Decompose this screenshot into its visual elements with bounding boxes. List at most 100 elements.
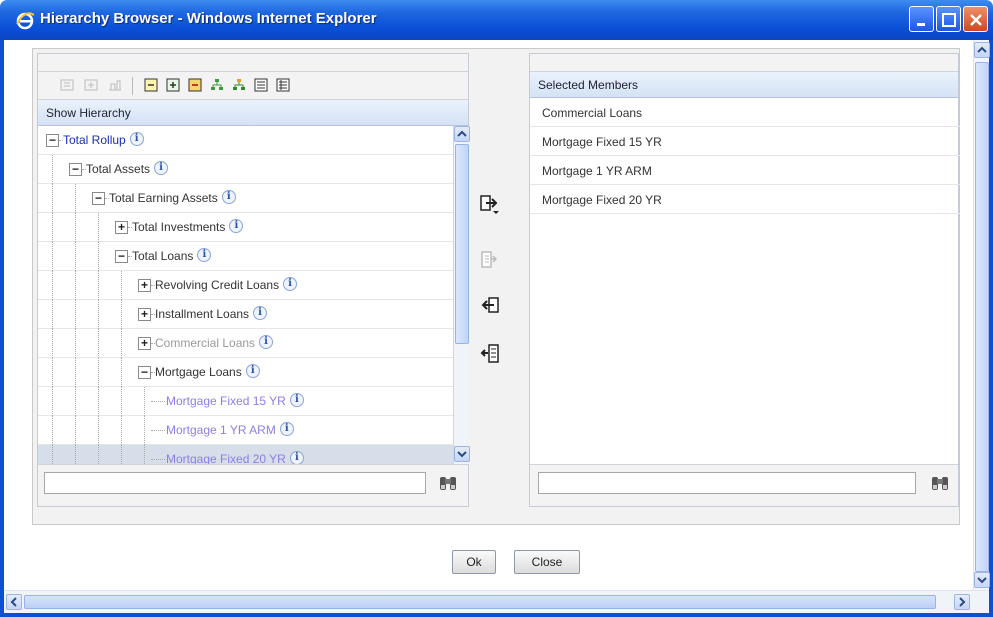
info-icon[interactable]: i xyxy=(253,306,268,320)
tree-node[interactable]: Mortgage Fixed 20 YR i xyxy=(38,445,453,464)
select-disabled-icon[interactable] xyxy=(479,249,501,271)
info-icon[interactable]: i xyxy=(289,451,304,464)
tree-guide-line xyxy=(75,445,76,464)
collapse-toggle[interactable]: − xyxy=(69,163,82,176)
maximize-button[interactable] xyxy=(936,6,961,32)
tree-node-label[interactable]: Mortgage Fixed 15 YR xyxy=(166,394,286,408)
info-icon[interactable]: i xyxy=(129,132,144,146)
expand-icon[interactable] xyxy=(166,78,180,92)
ok-button[interactable]: Ok xyxy=(452,550,496,574)
page-vertical-scrollbar[interactable] xyxy=(973,40,990,590)
page-scroll-left-button[interactable] xyxy=(6,594,22,610)
level-icon[interactable] xyxy=(108,78,122,92)
collapse-toggle[interactable]: − xyxy=(46,134,59,147)
collapse-icon[interactable] xyxy=(144,78,158,92)
collapse-toggle[interactable]: − xyxy=(115,250,128,263)
tree-node[interactable]: − Total Loans i xyxy=(38,242,453,271)
tree-node[interactable]: + Installment Loans i xyxy=(38,300,453,329)
tree-guide-line xyxy=(75,213,76,242)
tree-color-icon[interactable] xyxy=(232,78,246,92)
focus-icon[interactable] xyxy=(188,78,202,92)
tree-node[interactable]: Mortgage 1 YR ARM i xyxy=(38,416,453,445)
title-bar[interactable]: Hierarchy Browser - Windows Internet Exp… xyxy=(0,0,993,40)
info-icon[interactable]: i xyxy=(289,393,304,407)
expand-toggle[interactable]: + xyxy=(138,279,151,292)
collapse-toggle[interactable]: − xyxy=(138,366,151,379)
tree-icon[interactable] xyxy=(210,78,224,92)
close-icon xyxy=(970,14,982,26)
tree-node-label[interactable]: Total Loans xyxy=(132,249,193,263)
tree-guide-line xyxy=(52,242,53,271)
expand-toggle[interactable]: + xyxy=(138,337,151,350)
page-scroll-down-button[interactable] xyxy=(974,572,990,588)
tree-guide-line xyxy=(121,358,122,387)
hierarchy-search-input[interactable] xyxy=(44,472,426,494)
list-detail-icon[interactable] xyxy=(276,78,290,92)
tree-node-label[interactable]: Mortgage Fixed 20 YR xyxy=(166,452,286,464)
selected-member-item[interactable]: Commercial Loans xyxy=(530,98,960,127)
tree-node[interactable]: − Total Rollup i xyxy=(38,126,453,155)
tree-scroll-down-button[interactable] xyxy=(454,446,470,462)
tree-node[interactable]: − Mortgage Loans i xyxy=(38,358,453,387)
tree-scroll-up-button[interactable] xyxy=(454,126,470,142)
close-button[interactable]: Close xyxy=(514,550,580,574)
select-icon[interactable] xyxy=(479,193,501,215)
binoculars-icon[interactable] xyxy=(438,474,458,492)
deselect-icon[interactable] xyxy=(479,295,501,317)
tree-node-label[interactable]: Mortgage Loans xyxy=(155,365,242,379)
expand-toggle[interactable]: + xyxy=(115,221,128,234)
selected-member-item[interactable]: Mortgage Fixed 20 YR xyxy=(530,185,960,214)
tree-node[interactable]: Mortgage Fixed 15 YR i xyxy=(38,387,453,416)
info-icon[interactable]: i xyxy=(259,335,274,349)
tree-node[interactable]: + Total Investments i xyxy=(38,213,453,242)
deselect-all-icon[interactable] xyxy=(479,343,501,365)
collapse-toggle[interactable]: − xyxy=(92,192,105,205)
tree-guide-line xyxy=(121,387,122,416)
tree-node-label[interactable]: Total Rollup xyxy=(63,133,126,147)
tree-scrollbar[interactable] xyxy=(453,126,470,464)
minimize-icon xyxy=(917,23,925,26)
page-scroll-thumb[interactable] xyxy=(975,62,989,572)
tree-guide-line xyxy=(121,329,122,358)
info-icon[interactable]: i xyxy=(279,422,294,436)
info-icon[interactable]: i xyxy=(197,248,212,262)
chevron-up-icon xyxy=(977,46,987,53)
tree-node-label[interactable]: Total Assets xyxy=(86,162,150,176)
tree-guide-line xyxy=(98,416,99,445)
page-horizontal-scrollbar[interactable] xyxy=(4,590,989,613)
tree-guide-line xyxy=(121,271,122,300)
info-icon[interactable]: i xyxy=(245,364,260,378)
tree-node-label[interactable]: Installment Loans xyxy=(155,307,249,321)
expand-all-icon[interactable] xyxy=(84,78,98,92)
list-icon[interactable] xyxy=(254,78,268,92)
close-window-button[interactable] xyxy=(963,6,988,32)
tree-node[interactable]: − Total Earning Assets i xyxy=(38,184,453,213)
minimize-button[interactable] xyxy=(909,6,934,32)
info-icon[interactable]: i xyxy=(154,161,169,175)
tree-node[interactable]: + Commercial Loans i xyxy=(38,329,453,358)
info-icon[interactable]: i xyxy=(283,277,298,291)
info-icon[interactable]: i xyxy=(229,219,244,233)
expand-toggle[interactable]: + xyxy=(138,308,151,321)
tree-scroll-thumb[interactable] xyxy=(455,144,469,344)
tree-node-label[interactable]: Total Investments xyxy=(132,220,225,234)
tree-node[interactable]: − Total Assets i xyxy=(38,155,453,184)
binoculars-icon[interactable] xyxy=(930,474,950,492)
tree-node[interactable]: + Revolving Credit Loans i xyxy=(38,271,453,300)
selected-member-item[interactable]: Mortgage 1 YR ARM xyxy=(530,156,960,185)
page-scroll-right-button[interactable] xyxy=(954,594,970,610)
selected-member-item[interactable]: Mortgage Fixed 15 YR xyxy=(530,127,960,156)
chevron-down-icon xyxy=(457,451,467,458)
selected-search-input[interactable] xyxy=(538,472,916,494)
tree-node-label[interactable]: Revolving Credit Loans xyxy=(155,278,279,292)
panel-top-strip xyxy=(38,54,468,72)
info-icon[interactable]: i xyxy=(221,190,236,204)
tree-node-label[interactable]: Commercial Loans xyxy=(155,336,255,350)
tree-guide-line xyxy=(98,213,99,242)
tree-guide-line xyxy=(52,416,53,445)
page-hscroll-thumb[interactable] xyxy=(24,595,936,609)
collapse-all-icon[interactable] xyxy=(60,78,74,92)
tree-node-label[interactable]: Mortgage 1 YR ARM xyxy=(166,423,276,437)
page-scroll-up-button[interactable] xyxy=(974,42,990,58)
tree-node-label[interactable]: Total Earning Assets xyxy=(109,191,218,205)
